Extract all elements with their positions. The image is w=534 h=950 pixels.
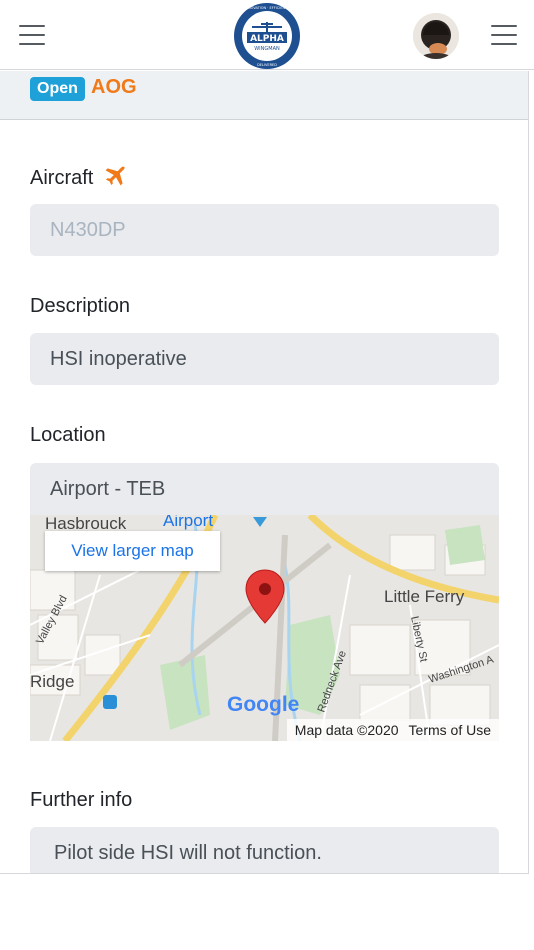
aircraft-label: Aircraft [30,167,94,189]
user-avatar[interactable] [413,13,459,59]
map-attribution-bar: Map data ©2020 Terms of Use [286,719,499,741]
further-info-label: Further info [30,789,133,811]
logo-bottom-arc-text: DELIVERED [257,63,277,67]
svg-text:Google: Google [227,693,299,716]
status-strip: Open AOG [0,71,528,120]
logo-top-arc-text: INNOVATION · EFFICIENCY [244,6,290,10]
description-label: Description [30,295,131,317]
logo-brand-text: ALPHA [250,34,284,44]
request-detail-panel: Open AOG Aircraft N430DP Description HSI… [0,71,529,874]
request-type-label: AOG [91,76,137,98]
hamburger-menu-icon[interactable] [491,25,517,45]
map-attribution: Map data ©2020 [294,722,399,738]
location-label: Location [30,424,106,446]
aircraft-field[interactable]: N430DP [30,204,499,256]
location-map[interactable]: Hasbrouck Airport Little Ferry Ridge Val… [30,515,499,741]
airplane-icon [105,166,125,186]
map-terms-link[interactable]: Terms of Use [409,722,491,738]
map-label-airport: Airport [163,515,213,530]
aircraft-label-row: Aircraft [30,164,127,191]
status-badge: Open [30,77,85,101]
map-label-ridge: Ridge [30,672,74,691]
view-larger-map-link[interactable]: View larger map [45,531,220,571]
description-field[interactable]: HSI inoperative [30,333,499,385]
hamburger-menu-icon[interactable] [19,25,45,45]
map-label-little-ferry: Little Ferry [384,587,465,606]
google-logo: Google [227,693,299,716]
logo-sub-text: WINGMAN [254,46,280,52]
location-field[interactable]: Airport - TEB [30,463,499,515]
alpha-wingman-logo[interactable]: ALPHA WINGMAN INNOVATION · EFFICIENCY DE… [233,2,301,70]
top-nav-bar: ALPHA WINGMAN INNOVATION · EFFICIENCY DE… [0,0,534,70]
further-info-field[interactable]: Pilot side HSI will not function. [30,827,499,873]
